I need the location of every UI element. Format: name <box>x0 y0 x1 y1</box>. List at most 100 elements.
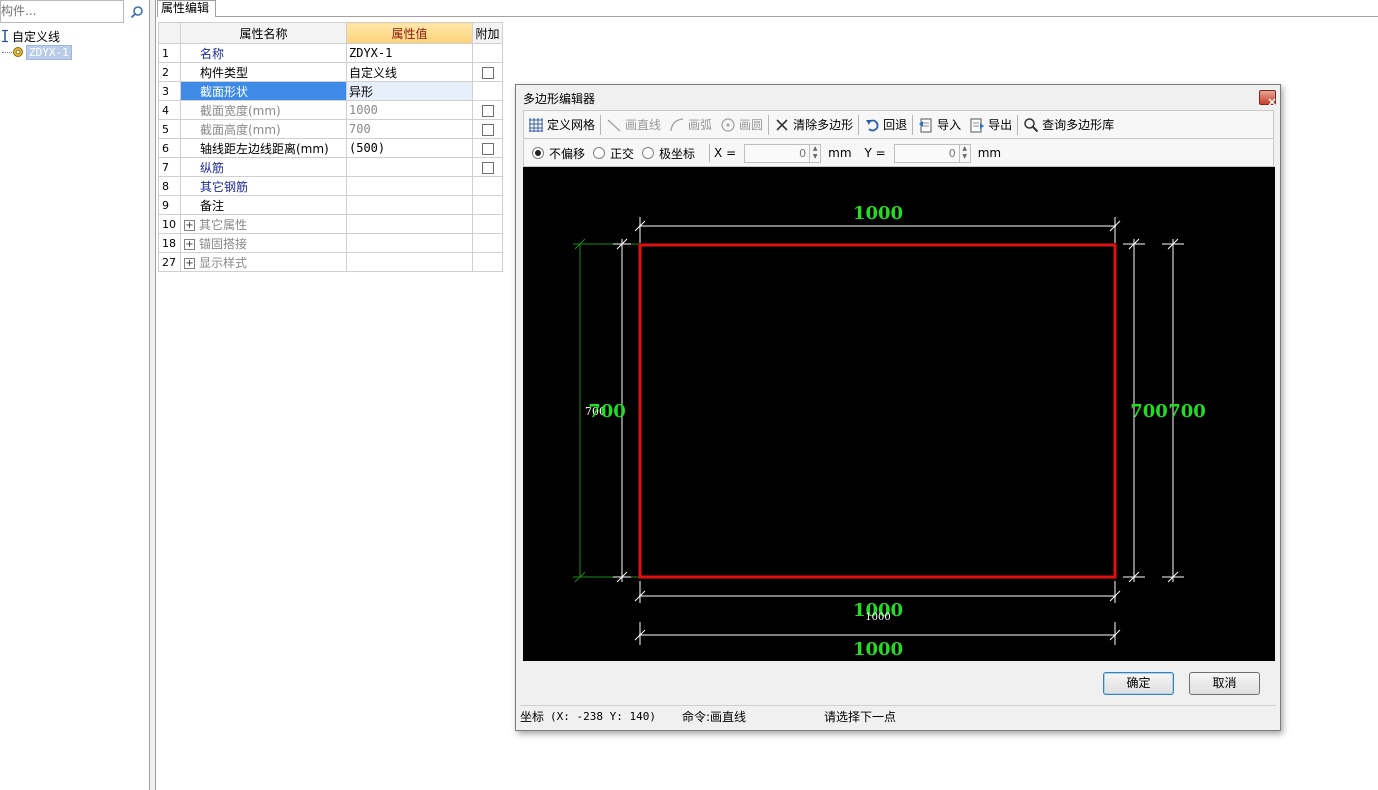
dialog-title-bar[interactable]: 多边形编辑器 × <box>516 85 1280 109</box>
property-value[interactable]: (500) <box>346 138 473 158</box>
property-value[interactable]: 异形 <box>346 81 473 101</box>
extra-cell <box>472 138 503 158</box>
table-row[interactable]: 1 名称 ZDYX-1 <box>158 43 503 63</box>
extra-cell <box>472 100 503 120</box>
extra-checkbox[interactable] <box>481 161 494 174</box>
row-number: 9 <box>158 195 181 215</box>
ok-button[interactable]: 确定 <box>1103 672 1174 695</box>
define-grid-label: 定义网格 <box>547 118 596 132</box>
row-number: 1 <box>158 43 181 63</box>
draw-circle-button[interactable]: 画圆 <box>716 114 767 136</box>
cancel-button[interactable]: 取消 <box>1189 672 1260 695</box>
close-button[interactable]: × <box>1259 90 1277 108</box>
table-row[interactable]: 8 其它钢筋 <box>158 176 503 196</box>
y-unit: mm <box>977 146 1002 160</box>
table-row[interactable]: 5 截面高度(mm) 700 <box>158 119 503 139</box>
spin-down-icon[interactable]: ▼ <box>810 153 820 162</box>
status-prompt: 请选择下一点 <box>824 710 897 724</box>
toolbar-separator <box>858 114 860 135</box>
tree-child-label: ZDYX-1 <box>26 44 72 60</box>
query-library-button[interactable]: 查询多边形库 <box>1019 114 1118 136</box>
no-offset-radio[interactable] <box>532 147 544 159</box>
property-name: 纵筋 <box>180 157 347 177</box>
extra-cell <box>472 119 503 139</box>
offset-toolbar: 不偏移 正交 极坐标 X = 0 ▲ ▼ mm Y = 0 ▲ ▼ mm <box>523 140 1274 167</box>
draw-arc-button[interactable]: 画弧 <box>665 114 716 136</box>
group-label: 锚固搭接 <box>199 236 248 251</box>
define-grid-button[interactable]: 定义网格 <box>524 114 599 136</box>
extra-checkbox[interactable] <box>481 66 494 79</box>
spin-down-icon[interactable]: ▼ <box>960 153 970 162</box>
property-name: 截面宽度(mm) <box>180 100 347 120</box>
table-row[interactable]: 7 纵筋 <box>158 157 503 177</box>
draw-arc-label: 画弧 <box>688 118 713 132</box>
component-gear-icon <box>13 47 23 57</box>
property-value[interactable]: 自定义线 <box>346 62 473 82</box>
x-offset-input[interactable]: 0 <box>744 143 811 163</box>
draw-circle-label: 画圆 <box>739 118 764 132</box>
import-button[interactable]: 导入 <box>914 114 965 136</box>
row-number: 18 <box>158 233 181 253</box>
import-icon <box>919 118 932 132</box>
table-row[interactable]: 9 备注 <box>158 195 503 215</box>
draw-line-button[interactable]: 画直线 <box>602 114 665 136</box>
table-row-selected[interactable]: 3 截面形状 异形 <box>158 81 503 101</box>
panel-splitter[interactable] <box>150 0 156 790</box>
orthogonal-radio[interactable] <box>593 147 606 159</box>
undo-icon <box>866 119 879 131</box>
spin-up-icon[interactable]: ▲ <box>810 145 820 154</box>
polar-label: 极坐标 <box>659 146 696 161</box>
tree-node-custom-line[interactable]: 自定义线 <box>0 28 60 44</box>
tree-node-zdyx-1[interactable]: ZDYX-1 <box>0 44 72 60</box>
spin-up-icon[interactable]: ▲ <box>960 145 970 154</box>
coord-value: (X: -238 Y: 140) <box>550 710 656 723</box>
header-extra[interactable]: 附加 <box>472 22 503 44</box>
property-name: 名称 <box>180 43 347 63</box>
polygon-drawing[interactable]: 1000 700 700 700 700 1000 1000 1000 <box>523 167 1275 661</box>
expand-plus-icon[interactable]: + <box>184 219 195 231</box>
search-input[interactable] <box>1 1 119 21</box>
export-button[interactable]: 导出 <box>965 114 1016 136</box>
property-tab-strip <box>157 0 1378 17</box>
property-value[interactable]: ZDYX-1 <box>346 43 473 63</box>
table-row-group[interactable]: 18 + 锚固搭接 <box>158 233 503 253</box>
table-row-group[interactable]: 10 + 其它属性 <box>158 214 503 234</box>
orthogonal-label: 正交 <box>610 146 635 161</box>
search-button[interactable] <box>125 0 149 23</box>
polygon-shape[interactable] <box>638 243 1117 579</box>
query-library-label: 查询多边形库 <box>1042 118 1115 132</box>
extra-cell <box>472 43 503 63</box>
extra-checkbox[interactable] <box>481 142 494 155</box>
table-row[interactable]: 6 轴线距左边线距离(mm) (500) <box>158 138 503 158</box>
header-property-name[interactable]: 属性名称 <box>180 22 347 44</box>
extra-checkbox[interactable] <box>481 104 494 117</box>
property-value[interactable] <box>346 157 473 177</box>
tab-property-editor[interactable]: 属性编辑 <box>157 0 216 17</box>
y-spinner[interactable]: ▲ ▼ <box>959 143 971 163</box>
clear-polygon-button[interactable]: 清除多边形 <box>770 114 857 136</box>
expand-plus-icon[interactable]: + <box>184 238 195 250</box>
clear-polygon-label: 清除多边形 <box>793 118 854 132</box>
property-value[interactable] <box>346 195 473 215</box>
property-value[interactable]: 700 <box>346 119 473 139</box>
header-number <box>158 22 181 44</box>
y-offset-input[interactable]: 0 <box>893 143 960 163</box>
table-row[interactable]: 2 构件类型 自定义线 <box>158 62 503 82</box>
top-dimension-label: 1000 <box>853 203 903 224</box>
property-value[interactable] <box>346 176 473 196</box>
property-value[interactable]: 1000 <box>346 100 473 120</box>
bottom-dimension-small-label: 1000 <box>865 612 890 623</box>
header-property-value[interactable]: 属性值 <box>346 22 473 44</box>
right-dimension-label-1: 700 <box>1130 401 1168 422</box>
drawing-canvas[interactable]: 1000 700 700 700 700 1000 1000 1000 <box>523 167 1275 661</box>
property-name: 构件类型 <box>180 62 347 82</box>
undo-button[interactable]: 回退 <box>860 114 911 136</box>
property-name: 截面形状 <box>180 81 347 101</box>
extra-checkbox[interactable] <box>481 123 494 136</box>
x-spinner[interactable]: ▲ ▼ <box>810 143 822 163</box>
table-row-group[interactable]: 27 + 显示样式 <box>158 252 503 272</box>
table-row[interactable]: 4 截面宽度(mm) 1000 <box>158 100 503 120</box>
expand-plus-icon[interactable]: + <box>184 257 195 269</box>
polar-radio[interactable] <box>642 147 655 159</box>
search-box[interactable] <box>0 0 124 23</box>
